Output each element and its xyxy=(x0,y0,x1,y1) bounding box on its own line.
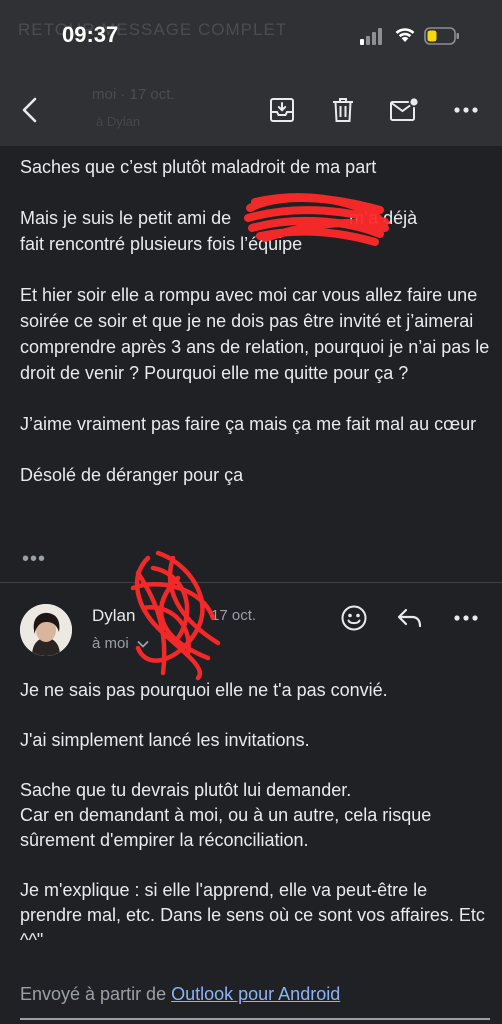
message-paragraph: J'ai simplement lancé les invitations. xyxy=(20,730,310,750)
signature-text: Envoyé à partir de xyxy=(20,984,167,1004)
avatar-image xyxy=(20,604,72,656)
message-paragraph: J’aime vraiment pas faire ça mais ça me … xyxy=(20,414,477,434)
message-paragraph: Et hier soir elle a rompu avec moi car v… xyxy=(20,285,490,383)
add-reaction-button[interactable] xyxy=(338,602,370,634)
email-signature: Envoyé à partir de Outlook pour Android xyxy=(20,984,340,1005)
wifi-icon xyxy=(395,28,415,42)
message-text: Mais je suis le petit ami de xyxy=(20,208,232,228)
outlook-link[interactable]: Outlook pour Android xyxy=(171,984,340,1004)
ghost-sender: moi · 17 oct. xyxy=(92,86,175,103)
back-arrow-icon xyxy=(22,97,37,123)
previous-message-body: Saches que c’est plutôt maladroit de ma … xyxy=(20,154,490,513)
back-button[interactable] xyxy=(12,92,48,128)
message-text: Sache que tu devrais plutôt lui demander… xyxy=(20,780,352,800)
message-text: Car en demandant à moi, ou à un autre, c… xyxy=(20,805,432,850)
mark-unread-button[interactable] xyxy=(386,92,422,128)
more-icon xyxy=(454,107,478,113)
message-text: m’a déjà xyxy=(349,208,418,228)
reply-button[interactable] xyxy=(394,602,426,634)
message-text: fait rencontré plusieurs fois l’équipe xyxy=(20,234,303,254)
archive-button[interactable] xyxy=(264,92,300,128)
signature-underline xyxy=(20,1018,490,1020)
message-toolbar: moi · 17 oct. à Dylan xyxy=(0,80,502,140)
message-paragraph: Mais je suis le petit ami de m’a déjà fai… xyxy=(20,205,490,257)
avatar[interactable] xyxy=(20,604,72,656)
emoji-icon xyxy=(341,605,367,631)
message-paragraph: Je m'explique : si elle l'apprend, elle … xyxy=(20,880,485,950)
ghost-recipient: à Dylan xyxy=(96,114,141,129)
top-bar: RETOUR MESSAGE COMPLET 09:37 moi · 17 oc… xyxy=(0,0,502,146)
message-paragraph: Je ne sais pas pourquoi elle ne t'a pas … xyxy=(20,680,388,700)
more-options-button[interactable] xyxy=(448,92,484,128)
status-bar: RETOUR MESSAGE COMPLET 09:37 xyxy=(0,0,502,70)
message-paragraph: Désolé de déranger pour ça xyxy=(20,465,244,485)
reply-icon xyxy=(397,608,422,628)
message-paragraph: Sache que tu devrais plutôt lui demander… xyxy=(20,778,490,853)
ghost-subject: RETOUR MESSAGE COMPLET xyxy=(18,20,288,39)
chevron-down-icon xyxy=(137,640,149,648)
delete-button[interactable] xyxy=(325,92,361,128)
battery-icon xyxy=(424,27,459,45)
recipient-label: à moi xyxy=(92,635,129,652)
more-icon xyxy=(454,615,478,621)
mark-unread-icon xyxy=(390,97,419,121)
archive-icon xyxy=(270,98,294,122)
message-date: 17 oct. xyxy=(211,607,257,624)
cellular-signal-icon xyxy=(360,27,386,45)
show-trimmed-content-button[interactable]: ••• xyxy=(22,548,46,571)
sender-name: Dylan xyxy=(92,606,136,625)
reply-message-body: Je ne sais pas pourquoi elle ne t'a pas … xyxy=(20,678,490,978)
message-more-button[interactable] xyxy=(450,602,482,634)
message-paragraph: Saches que c’est plutôt maladroit de ma … xyxy=(20,157,377,177)
recipient-toggle[interactable]: à moi xyxy=(92,635,149,652)
trash-icon xyxy=(333,98,353,122)
clock: 09:37 xyxy=(62,22,119,47)
message-divider xyxy=(0,582,502,583)
